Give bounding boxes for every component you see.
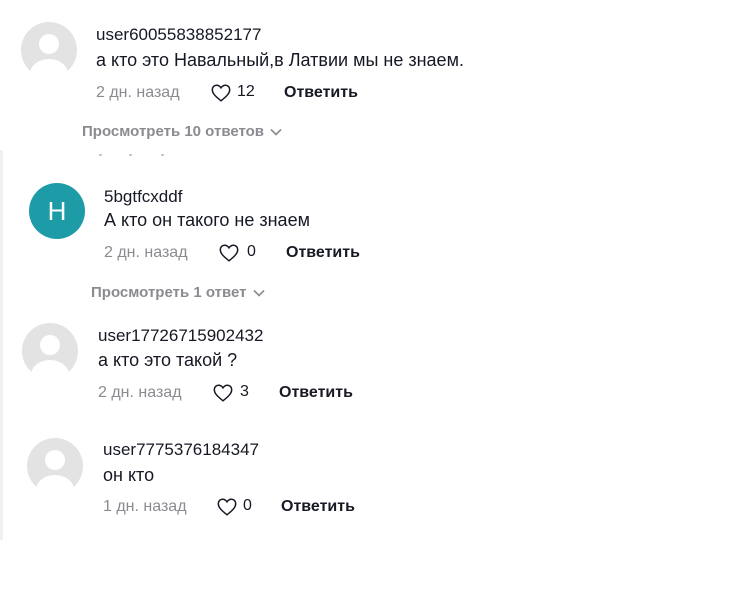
avatar[interactable] bbox=[27, 438, 83, 494]
like-count: 0 bbox=[243, 497, 252, 514]
heart-outline-icon[interactable] bbox=[218, 242, 240, 264]
reply-button[interactable]: Ответить bbox=[279, 384, 353, 402]
comment-time: 2 дн. назад bbox=[104, 244, 188, 261]
chevron-down-icon bbox=[252, 289, 265, 297]
thread-divider bbox=[0, 150, 3, 540]
avatar-letter: H bbox=[47, 195, 67, 226]
like-count: 12 bbox=[237, 83, 255, 100]
comment-time: 2 дн. назад bbox=[96, 84, 180, 101]
default-avatar-icon bbox=[30, 34, 68, 78]
view-replies-button[interactable]: Просмотреть 1 ответ bbox=[91, 284, 265, 301]
avatar[interactable]: H bbox=[29, 183, 85, 239]
comment-text: он кто bbox=[103, 465, 155, 485]
heart-outline-icon[interactable] bbox=[216, 496, 238, 518]
reply-button[interactable]: Ответить bbox=[286, 244, 360, 262]
avatar[interactable] bbox=[21, 22, 77, 78]
avatar[interactable] bbox=[22, 323, 78, 379]
reply-button[interactable]: Ответить bbox=[284, 84, 358, 102]
comment-username[interactable]: user60055838852177 bbox=[96, 25, 261, 45]
comment-time: 2 дн. назад bbox=[98, 384, 182, 401]
like-count: 0 bbox=[247, 243, 256, 260]
default-avatar-icon bbox=[31, 335, 69, 379]
chevron-down-icon bbox=[270, 128, 282, 136]
view-replies-button[interactable]: Просмотреть 10 ответов bbox=[82, 123, 282, 140]
comment-username[interactable]: user17726715902432 bbox=[98, 326, 263, 346]
default-avatar-icon bbox=[36, 450, 74, 494]
reply-button[interactable]: Ответить bbox=[281, 498, 355, 516]
comment-text: а кто это такой ? bbox=[98, 350, 238, 370]
view-replies-label: Просмотреть 1 ответ bbox=[91, 284, 247, 301]
comment-username[interactable]: 5bgtfcxddf bbox=[104, 187, 182, 207]
view-replies-label: Просмотреть 10 ответов bbox=[82, 123, 265, 140]
heart-outline-icon[interactable] bbox=[212, 382, 234, 404]
comment-text: а кто это Навальный,в Латвии мы не знаем… bbox=[96, 50, 464, 70]
comment-username[interactable]: user7775376184347 bbox=[103, 440, 259, 460]
comment-text: А кто он такого не знаем bbox=[104, 210, 310, 230]
heart-outline-icon[interactable] bbox=[210, 82, 232, 104]
like-count: 3 bbox=[240, 383, 249, 400]
comment-time: 1 дн. назад bbox=[103, 498, 187, 515]
